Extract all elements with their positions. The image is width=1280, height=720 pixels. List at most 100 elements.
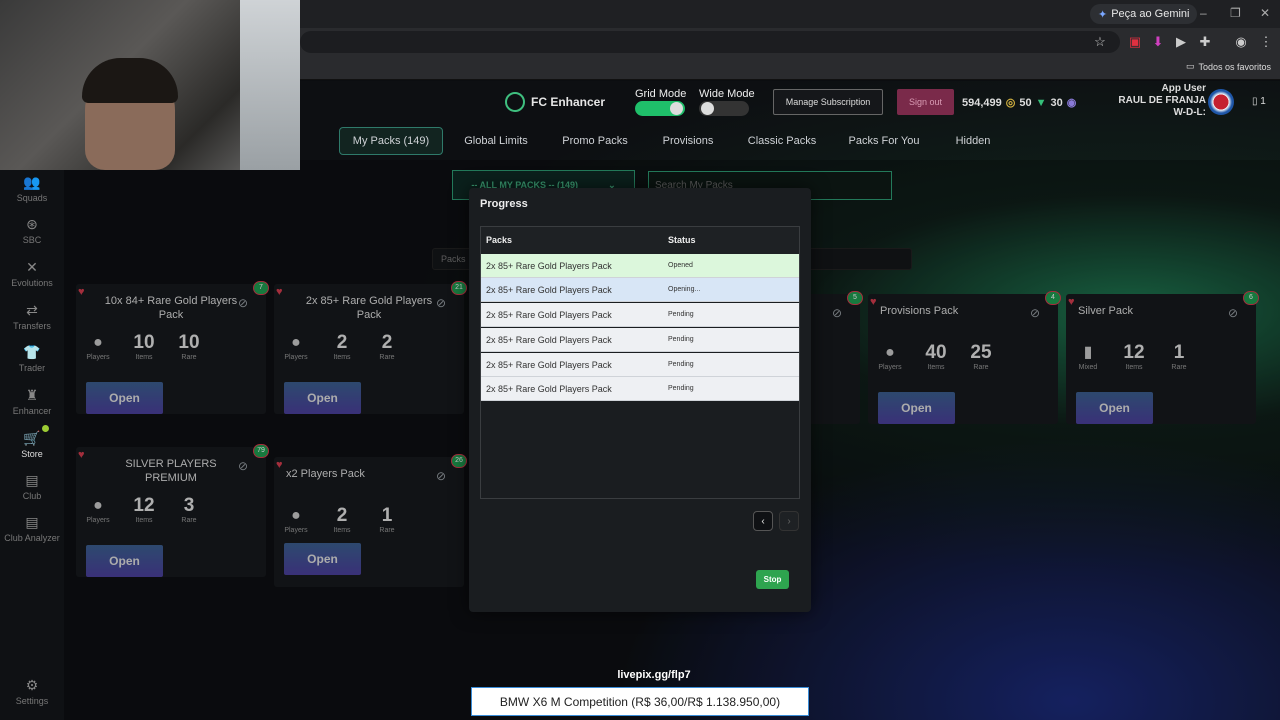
column-header-status: Status [668, 235, 696, 245]
progress-table: Packs Status 2x 85+ Rare Gold Players Pa… [480, 226, 800, 499]
browser-tab[interactable] [300, 0, 1060, 28]
soccer-ball-icon [505, 92, 525, 112]
close-icon[interactable]: ✕ [1260, 6, 1270, 20]
extension-play-icon[interactable]: ▶ [1173, 34, 1189, 50]
user-name: RAUL DE FRANJA [1118, 95, 1206, 106]
gemini-button[interactable]: ✦ Peça ao Gemini [1090, 4, 1198, 24]
sbc-icon: ⊛ [26, 216, 38, 232]
club-badge-avatar[interactable] [1208, 89, 1234, 115]
sidebar-item-club-analyzer[interactable]: ▤ Club Analyzer [0, 514, 64, 543]
tab-provisions[interactable]: Provisions [654, 127, 722, 155]
gear-icon: ⚙ [25, 677, 39, 693]
minimize-icon[interactable]: – [1200, 6, 1207, 20]
club-icon: ▤ [25, 472, 39, 488]
user-info: App User RAUL DE FRANJA W-D-L: [1118, 83, 1206, 119]
table-header: Packs Status [481, 227, 799, 254]
device-count-value: 1 [1260, 96, 1266, 107]
next-page-button[interactable]: › [779, 511, 799, 531]
puzzle-icon[interactable]: ✚ [1197, 34, 1213, 50]
gemini-icon: ✦ [1098, 8, 1108, 21]
chevron-right-icon: › [787, 515, 791, 527]
toggle-knob [701, 102, 714, 115]
sidebar-item-label: Trader [18, 363, 46, 373]
sidebar-item-label: Enhancer [12, 406, 52, 416]
fc-points-icon: ▼ [1035, 96, 1047, 109]
squad-icon: 👥 [23, 174, 41, 190]
donation-goal: BMW X6 M Competition (R$ 36,00/R$ 1.138.… [471, 687, 809, 716]
download-icon[interactable]: ⬇ [1150, 34, 1166, 50]
transfers-icon: ⇄ [26, 302, 38, 318]
tab-my-packs[interactable]: My Packs (149) [339, 127, 443, 155]
progress-title: Progress [480, 198, 528, 210]
user-role: App User [1161, 83, 1206, 94]
table-row: 2x 85+ Rare Gold Players Pack Opened [481, 254, 799, 278]
extension-red-icon[interactable]: ▣ [1127, 34, 1143, 50]
currency-summary: 594,499 ◎ 50 ▼ 30 ◉ [962, 96, 1077, 110]
previous-page-button[interactable]: ‹ [753, 511, 773, 531]
all-bookmarks[interactable]: ▭ Todos os favoritos [1186, 61, 1271, 72]
coins-value: 594,499 [962, 96, 1002, 109]
sign-out-button[interactable]: Sign out [897, 89, 954, 115]
donation-link: livepix.gg/flp7 [617, 669, 691, 681]
sidebar-item-sbc[interactable]: ⊛ SBC [0, 216, 64, 245]
address-bar[interactable] [300, 31, 1120, 53]
webcam-overlay [0, 0, 300, 170]
sidebar-item-trader[interactable]: 👕 Trader [0, 344, 64, 373]
tab-packs-for-you[interactable]: Packs For You [842, 127, 926, 155]
wide-mode-toggle[interactable] [699, 101, 749, 116]
user-wdl: W-D-L: [1173, 107, 1206, 118]
sidebar-item-label: Club Analyzer [4, 533, 60, 543]
enhancer-icon: ♜ [25, 387, 39, 403]
sidebar-item-evolutions[interactable]: ✕ Evolutions [0, 259, 64, 288]
sidebar-item-squads[interactable]: 👥 Squads [0, 174, 64, 203]
gemini-label: Peça ao Gemini [1111, 8, 1190, 20]
table-row: 2x 85+ Rare Gold Players Pack Pending [481, 328, 799, 352]
tab-promo-packs[interactable]: Promo Packs [556, 127, 634, 155]
tab-global-limits[interactable]: Global Limits [456, 127, 536, 155]
menu-icon[interactable]: ⋮ [1258, 34, 1274, 50]
phone-icon: ▯ [1252, 96, 1258, 107]
table-row: 2x 85+ Rare Gold Players Pack Pending [481, 303, 799, 327]
cart-icon: 🛒 [23, 430, 41, 446]
evolutions-icon: ✕ [26, 259, 38, 275]
sidebar-item-label: SBC [22, 235, 42, 245]
tab-hidden[interactable]: Hidden [946, 127, 1000, 155]
table-row: 2x 85+ Rare Gold Players Pack Opening... [481, 278, 799, 302]
sidebar-item-enhancer[interactable]: ♜ Enhancer [0, 387, 64, 416]
grid-mode-toggle[interactable] [635, 101, 685, 116]
table-row: 2x 85+ Rare Gold Players Pack Pending [481, 353, 799, 377]
tokens-value: 30 [1050, 96, 1063, 109]
restore-icon[interactable]: ❐ [1230, 6, 1241, 20]
folder-icon: ▭ [1185, 61, 1195, 71]
sidebar-item-store[interactable]: 🛒 Store [0, 430, 64, 459]
chevron-left-icon: ‹ [761, 515, 765, 527]
stop-button[interactable]: Stop [756, 570, 789, 589]
column-header-packs: Packs [486, 235, 513, 245]
table-row: 2x 85+ Rare Gold Players Pack Pending [481, 377, 799, 401]
device-count[interactable]: ▯ 1 [1252, 96, 1266, 107]
club-analyzer-icon: ▤ [25, 514, 39, 530]
sidebar-item-label: Squads [16, 193, 48, 203]
grid-mode-label: Grid Mode [635, 88, 687, 100]
brand-name: FC Enhancer [531, 95, 606, 109]
manage-subscription-button[interactable]: Manage Subscription [773, 89, 883, 115]
store-notification-dot [42, 425, 49, 432]
shirt-icon: 👕 [23, 344, 41, 360]
sidebar-item-label: Settings [15, 696, 49, 706]
wide-mode-label: Wide Mode [699, 88, 755, 100]
sidebar-item-label: Evolutions [11, 278, 53, 288]
sidebar-item-settings[interactable]: ⚙ Settings [0, 677, 64, 706]
all-bookmarks-label: Todos os favoritos [1198, 61, 1271, 72]
star-icon[interactable]: ☆ [1092, 34, 1108, 50]
sidebar-item-club[interactable]: ▤ Club [0, 472, 64, 501]
points-value: 50 [1019, 96, 1032, 109]
toggle-knob [670, 102, 683, 115]
tab-classic-packs[interactable]: Classic Packs [742, 127, 822, 155]
sidebar-item-label: Club [22, 491, 42, 501]
sidebar-item-label: Store [21, 449, 43, 459]
token-icon: ◉ [1066, 97, 1077, 109]
coin-icon: ◎ [1005, 97, 1016, 109]
profile-icon[interactable]: ◉ [1233, 34, 1249, 50]
sidebar-item-transfers[interactable]: ⇄ Transfers [0, 302, 64, 331]
screen: ✦ Peça ao Gemini – ❐ ✕ ☆ ▣ ⬇ ▶ ✚ ◉ ⋮ ▭ T… [0, 0, 1280, 720]
